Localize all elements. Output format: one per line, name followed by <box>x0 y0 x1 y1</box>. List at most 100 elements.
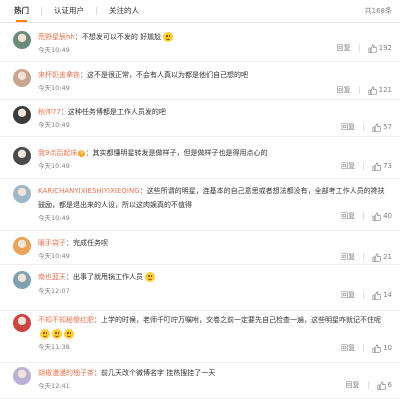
comment-separator: ： <box>80 71 87 79</box>
reply-button[interactable]: 回复 <box>341 161 355 171</box>
reply-button[interactable]: 回复 <box>341 211 355 221</box>
like-button[interactable]: 121 <box>368 86 392 95</box>
comment-content: 前几天改个微博名字 挂热搜挂了一天 <box>101 369 216 377</box>
avatar[interactable] <box>13 237 31 255</box>
tab-following[interactable]: 关注的人 <box>109 0 139 22</box>
comment-actions: 回复 10 <box>341 343 392 353</box>
tab-separator <box>96 7 97 15</box>
action-divider <box>363 253 365 261</box>
like-button[interactable]: 10 <box>372 344 392 353</box>
comment-text-line: 秋帅77：这种任务博都是工作人员发的吧 <box>38 105 390 119</box>
comment-separator: ： <box>94 316 101 324</box>
comment-content: 上学的时候，老师千叮咛万嘱咐，交卷之前一定要先自己检查一遍，这些明星咋就记不住呢 <box>101 316 381 324</box>
like-count: 40 <box>383 212 392 220</box>
thumbs-up-icon <box>372 291 383 300</box>
thumbs-up-icon <box>372 212 383 221</box>
comment-username[interactable]: 不知不知秘傻红肥 <box>38 316 94 324</box>
comment-username[interactable]: 我9点后起床 <box>38 149 77 157</box>
reply-button[interactable]: 回复 <box>337 85 351 95</box>
avatar[interactable] <box>13 314 31 332</box>
avatar[interactable] <box>13 271 31 289</box>
comment-username[interactable]: 胡椒漫漫的柚子茶 <box>38 369 94 377</box>
comment-item: 不知不知秘傻红肥：上学的时候，老师千叮咛万嘱咐，交卷之前一定要先自己检查一遍，这… <box>0 310 400 363</box>
avatar[interactable] <box>13 367 31 385</box>
reply-button[interactable]: 回复 <box>337 43 351 53</box>
emoji-icon <box>52 329 62 339</box>
like-button[interactable]: 192 <box>368 44 392 53</box>
comment-content: 这种任务博都是工作人员发的吧 <box>67 108 166 116</box>
comment-time: 今天12:07 <box>38 287 70 295</box>
comment-text-line: 暖手袋子：完成任务呗 <box>38 236 390 250</box>
comment-separator: ： <box>94 369 101 377</box>
like-count: 6 <box>387 381 392 389</box>
comment-separator: ： <box>60 108 68 116</box>
emoji-icon <box>145 272 155 282</box>
comment-separator: ： <box>66 239 73 247</box>
thumbs-up-icon <box>372 123 383 132</box>
action-divider <box>358 86 360 94</box>
like-count: 121 <box>378 86 392 94</box>
action-divider <box>367 381 369 389</box>
comment-content: 这不是很正常，不会有人真以为都是他们自己想的吧 <box>87 71 248 79</box>
like-button[interactable]: 57 <box>372 123 392 132</box>
like-button[interactable]: 6 <box>377 381 392 390</box>
reply-button[interactable]: 回复 <box>346 380 360 390</box>
comment-time: 今天10:49 <box>38 162 70 170</box>
avatar[interactable] <box>13 147 31 165</box>
action-divider <box>363 344 365 352</box>
comment-separator: ： <box>74 33 82 41</box>
comment-time: 今天10:49 <box>38 121 70 129</box>
tab-verified[interactable]: 认证用户 <box>54 0 84 22</box>
comment-text-line: KARICHANYIXIESHIYIXIEQING：这些所谓的明星，连基本的自己… <box>38 184 390 212</box>
comment-username[interactable]: 秋帅77 <box>38 108 61 116</box>
action-divider <box>363 162 365 170</box>
like-button[interactable]: 73 <box>372 162 392 171</box>
comment-text-line: 南也蓝天：出事了就甩锅工作人员 <box>38 270 390 284</box>
comment-item: 秋帅77：这种任务博都是工作人员发的吧今天10:49 回复 57 <box>0 99 400 137</box>
comment-time: 今天12:41 <box>38 382 70 390</box>
avatar[interactable] <box>13 69 31 87</box>
tab-separator <box>41 7 42 15</box>
emoji-icon <box>40 329 50 339</box>
reply-button[interactable]: 回复 <box>341 122 355 132</box>
comment-item: 我9点后起床 V ：其实都懂明星转发是做样子，但是做样子也是得用点心的今天10:49… <box>0 136 400 179</box>
avatar[interactable] <box>13 31 31 49</box>
comment-username[interactable]: 暖手袋子 <box>38 239 66 247</box>
comment-actions: 回复 14 <box>341 290 392 300</box>
comment-item: 南也蓝天：出事了就甩锅工作人员今天12:07 回复 14 <box>0 264 400 311</box>
avatar[interactable] <box>13 106 31 124</box>
like-button[interactable]: 14 <box>372 291 392 300</box>
comment-username[interactable]: KARICHANYIXIESHIYIXIEQING <box>38 187 140 195</box>
emoji-icon <box>163 32 174 42</box>
comment-username[interactable]: 荒野星辰hh <box>38 33 75 41</box>
like-count: 192 <box>378 44 392 52</box>
comment-text-line: 来杯奶盖拿铁：这不是很正常，不会有人真以为都是他们自己想的吧 <box>38 68 390 82</box>
like-button[interactable]: 40 <box>372 212 392 221</box>
comment-actions: 回复 192 <box>337 43 392 53</box>
reply-button[interactable]: 回复 <box>341 252 355 262</box>
comment-time: 今天11:38 <box>38 343 70 351</box>
comment-username[interactable]: 来杯奶盖拿铁 <box>38 71 80 79</box>
like-count: 73 <box>383 162 392 170</box>
comment-separator: ： <box>139 187 147 195</box>
reply-button[interactable]: 回复 <box>341 343 355 353</box>
reply-button[interactable]: 回复 <box>341 290 355 300</box>
like-count: 14 <box>383 291 392 299</box>
thumbs-up-icon <box>372 253 383 262</box>
avatar[interactable] <box>13 185 31 203</box>
thumbs-up-icon <box>372 344 383 353</box>
comment-item: 胡椒漫漫的柚子茶：前几天改个微博名字 挂热搜挂了一天今天12:41 回复 6 <box>0 362 400 399</box>
action-divider <box>363 212 365 220</box>
comment-content: 不想发可以不发的 好尴尬 <box>81 33 162 41</box>
tab-hot[interactable]: 热门 <box>14 0 29 22</box>
comment-actions: 回复 121 <box>337 85 392 95</box>
action-divider <box>358 44 360 52</box>
action-divider <box>363 123 365 131</box>
comment-username[interactable]: 南也蓝天 <box>38 273 66 281</box>
thumbs-up-icon <box>377 381 388 390</box>
comment-item: 荒野星辰hh：不想发可以不发的 好尴尬 今天10:49 回复 192 <box>0 25 400 62</box>
comment-time: 今天10:49 <box>38 84 70 92</box>
like-button[interactable]: 21 <box>372 253 392 262</box>
comment-text-line: 我9点后起床 V ：其实都懂明星转发是做样子，但是做样子也是得用点心的 <box>38 146 390 160</box>
comment-item: KARICHANYIXIESHIYIXIEQING：这些所谓的明星，连基本的自己… <box>0 178 400 231</box>
